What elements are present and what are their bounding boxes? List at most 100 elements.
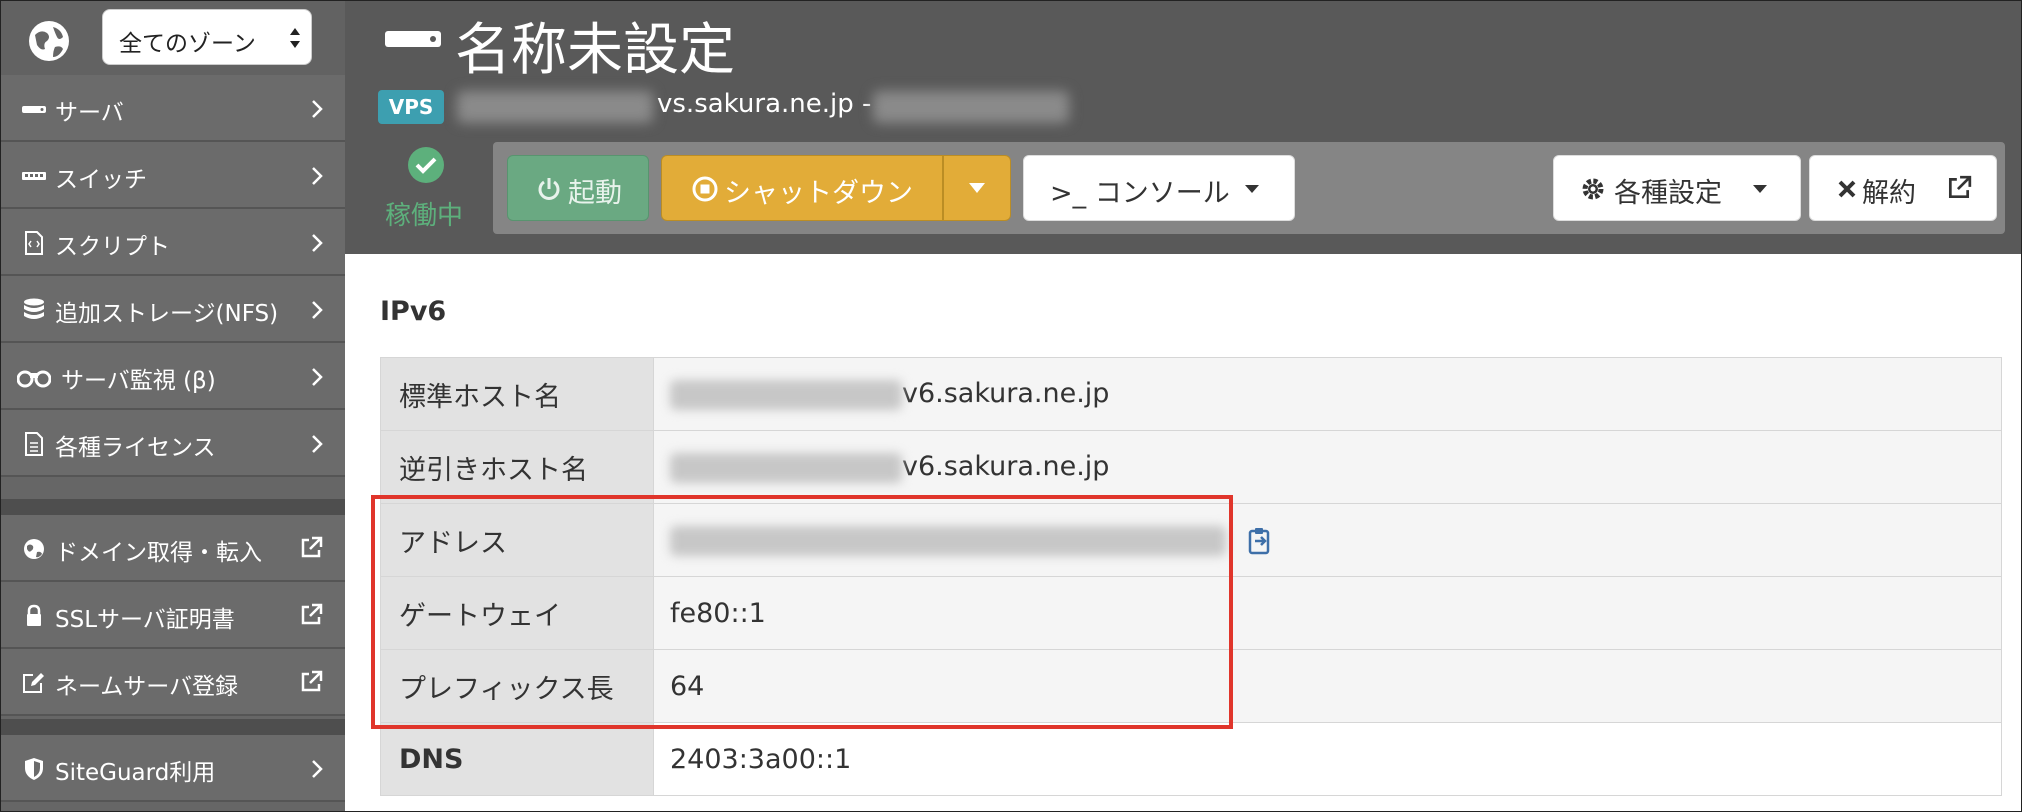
row-value: v6.sakura.ne.jp xyxy=(653,430,2002,504)
sidebar-item-label: サーバ監視 (β) xyxy=(61,368,216,394)
chevron-right-icon xyxy=(312,234,323,252)
row-key: プレフィックス長 xyxy=(380,649,654,723)
row-key: ゲートウェイ xyxy=(380,576,654,650)
document-icon xyxy=(25,432,43,456)
shutdown-button[interactable]: シャットダウン xyxy=(661,155,943,221)
cancel-contract-button-label: 解約 xyxy=(1862,178,1916,209)
chevron-right-icon xyxy=(312,301,323,319)
prefix-length-value: 64 xyxy=(653,649,2002,723)
sidebar-item-label: 追加ストレージ(NFS) xyxy=(55,301,279,327)
binoculars-icon xyxy=(17,370,51,388)
sidebar-item-ssl[interactable]: SSLサーバ証明書 xyxy=(1,582,345,649)
select-arrows-icon xyxy=(290,28,300,48)
close-icon xyxy=(1838,180,1856,198)
stop-circle-icon xyxy=(692,176,718,202)
sidebar-item-nameserver[interactable]: ネームサーバ登録 xyxy=(1,649,345,716)
start-button-label: 起動 xyxy=(568,178,622,209)
caret-down-icon xyxy=(1753,185,1767,193)
status-text: 稼働中 xyxy=(385,201,464,231)
zone-select[interactable]: 全てのゾーン xyxy=(102,9,312,65)
chevron-right-icon xyxy=(312,760,323,778)
shield-icon xyxy=(25,758,43,780)
sidebar-item-domain[interactable]: ドメイン取得・転入 xyxy=(1,515,345,582)
row-key: 逆引きホスト名 xyxy=(380,430,654,504)
power-icon xyxy=(538,178,560,200)
redacted-text xyxy=(670,379,902,410)
chevron-right-icon xyxy=(312,167,323,185)
sidebar-item-label: スクリプト xyxy=(55,234,170,260)
row-key: DNS xyxy=(380,722,654,796)
sidebar-item-label: 各種ライセンス xyxy=(55,435,216,461)
redacted-text xyxy=(670,452,902,483)
sidebar-item-switch[interactable]: スイッチ xyxy=(1,142,345,209)
database-icon xyxy=(24,298,44,319)
row-value xyxy=(653,503,2002,577)
ipv6-panel: IPv6 標準ホスト名 v6.sakura.ne.jp 逆引きホスト名 v6.s… xyxy=(345,254,2021,811)
host-name: vs.sakura.ne.jp - xyxy=(657,89,872,119)
chevron-right-icon xyxy=(312,100,323,118)
sidebar-item-storage[interactable]: 追加ストレージ(NFS) xyxy=(1,276,345,343)
server-header: 名称未設定 VPS vs.sakura.ne.jp - 稼働中 起動 シャットダ… xyxy=(345,1,2021,254)
table-row: 逆引きホスト名 v6.sakura.ne.jp xyxy=(380,430,2002,504)
row-value: v6.sakura.ne.jp xyxy=(653,357,2002,431)
server-icon xyxy=(385,31,441,47)
caret-down-icon xyxy=(1245,185,1259,193)
sidebar-group-external: ドメイン取得・転入 SSLサーバ証明書 ネームサーバ登録 xyxy=(1,515,345,716)
external-link-icon xyxy=(1948,175,1972,199)
table-row: ゲートウェイ fe80::1 xyxy=(380,576,2002,650)
server-icon xyxy=(22,106,46,113)
start-button[interactable]: 起動 xyxy=(507,155,649,221)
sidebar-group-main: サーバ スイッチ スクリプト 追加ストレージ(NFS) サーバ監視 (β) 各種… xyxy=(1,75,345,477)
sidebar-separator xyxy=(1,499,345,515)
external-link-icon xyxy=(301,536,323,558)
settings-button[interactable]: 各種設定 xyxy=(1553,155,1801,221)
sidebar-item-siteguard[interactable]: SiteGuard利用 xyxy=(1,735,345,802)
clipboard-icon[interactable] xyxy=(1247,527,1273,555)
table-row: アドレス xyxy=(380,503,2002,577)
table-row: 標準ホスト名 v6.sakura.ne.jp xyxy=(380,357,2002,431)
sidebar-item-licenses[interactable]: 各種ライセンス xyxy=(1,410,345,477)
cancel-contract-button[interactable]: 解約 xyxy=(1809,155,1997,221)
zone-select-value: 全てのゾーン xyxy=(119,31,256,57)
sidebar-top: 全てのゾーン xyxy=(1,1,345,75)
gear-icon xyxy=(1582,178,1604,200)
globe-icon xyxy=(29,21,69,61)
section-title: IPv6 xyxy=(380,296,447,327)
sidebar-item-label: SSLサーバ証明書 xyxy=(55,607,235,633)
sidebar-item-label: ネームサーバ登録 xyxy=(55,674,239,700)
page-title: 名称未設定 xyxy=(455,18,735,83)
shutdown-button-label: シャットダウン xyxy=(724,178,913,209)
console-button[interactable]: >_ コンソール xyxy=(1023,155,1295,221)
gateway-value: fe80::1 xyxy=(653,576,2002,650)
ipv6-table: 標準ホスト名 v6.sakura.ne.jp 逆引きホスト名 v6.sakura… xyxy=(380,357,2002,796)
sidebar-item-label: スイッチ xyxy=(55,167,147,193)
sidebar-item-label: ドメイン取得・転入 xyxy=(55,540,262,566)
sidebar-item-monitoring[interactable]: サーバ監視 (β) xyxy=(1,343,345,410)
external-link-icon xyxy=(301,603,323,625)
sidebar-item-label: サーバ xyxy=(55,100,124,126)
reverse-hostname-value: v6.sakura.ne.jp xyxy=(902,451,1110,483)
edit-icon xyxy=(23,673,44,693)
switch-icon xyxy=(22,172,46,180)
row-key: アドレス xyxy=(380,503,654,577)
shutdown-dropdown-button[interactable] xyxy=(943,155,1011,221)
sidebar-group-siteguard: SiteGuard利用 xyxy=(1,735,345,802)
caret-down-icon xyxy=(969,183,985,193)
sidebar: 全てのゾーン サーバ スイッチ スクリプト 追加ストレージ(NFS) サーバ監視… xyxy=(1,1,345,811)
dns-value: 2403:3a00::1 xyxy=(653,722,2002,796)
chevron-right-icon xyxy=(312,368,323,386)
sidebar-item-script[interactable]: スクリプト xyxy=(1,209,345,276)
external-link-icon xyxy=(301,670,323,692)
vps-badge: VPS xyxy=(378,90,444,124)
redacted-host-prefix xyxy=(457,91,653,123)
chevron-right-icon xyxy=(312,435,323,453)
redacted-ip-address xyxy=(873,91,1069,123)
lock-icon xyxy=(27,604,41,626)
globe-icon xyxy=(24,539,44,559)
sidebar-item-label: SiteGuard利用 xyxy=(55,760,216,786)
table-row: DNS 2403:3a00::1 xyxy=(380,722,2002,796)
table-row: プレフィックス長 64 xyxy=(380,649,2002,723)
check-circle-icon xyxy=(408,147,444,183)
row-key: 標準ホスト名 xyxy=(380,357,654,431)
sidebar-item-server[interactable]: サーバ xyxy=(1,75,345,142)
